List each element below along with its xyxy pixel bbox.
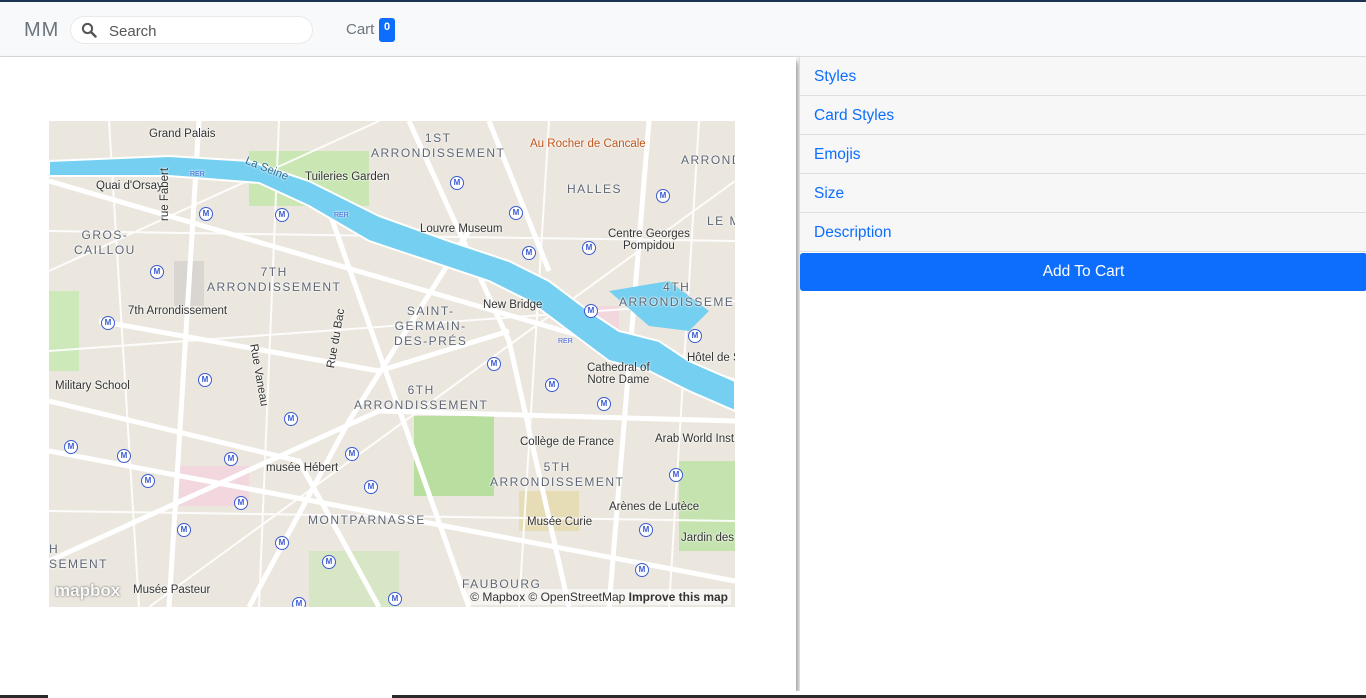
metro-icon: M <box>141 474 155 488</box>
map-label-saint-germain: SAINT- GERMAIN- DES-PRÉS <box>394 304 468 348</box>
metro-icon: M <box>275 536 289 550</box>
product-card: Grand Palais Quai d'Orsay rue Fabert GRO… <box>0 57 796 691</box>
map-label-musee-pasteur: Musée Pasteur <box>133 584 211 596</box>
map-label-cathedral: Cathedral of Notre Dame <box>587 362 650 386</box>
map-label-new-bridge: New Bridge <box>483 299 543 311</box>
accordion-emojis[interactable]: Emojis <box>800 135 1366 174</box>
metro-icon: M <box>364 480 378 494</box>
top-navbar: MM Cart 0 <box>0 0 1366 57</box>
metro-icon: M <box>584 304 598 318</box>
map-label-arab-world: Arab World Inst <box>655 433 735 445</box>
map-label-musee-hebert: musée Hébert <box>266 462 339 474</box>
metro-icon: M <box>198 373 212 387</box>
map-label-centre-georges: Centre Georges Pompidou <box>608 228 690 252</box>
map-label-7th-arrondissement: 7TH ARRONDISSEMENT <box>207 265 342 294</box>
map-label-le-m: LE M <box>707 214 735 228</box>
rer-icon: RER <box>558 338 573 345</box>
map-label-hotel-de: Hôtel de S <box>687 352 735 364</box>
map-view[interactable]: Grand Palais Quai d'Orsay rue Fabert GRO… <box>49 121 735 607</box>
map-label-montparnasse: MONTPARNASSE <box>308 513 426 527</box>
search-input[interactable] <box>107 20 301 42</box>
metro-icon: M <box>688 329 702 343</box>
metro-icon: M <box>224 452 238 466</box>
metro-icon: M <box>450 176 464 190</box>
metro-icon: M <box>284 412 298 426</box>
map-label-quai-dorsay: Quai d'Orsay <box>96 180 163 192</box>
map-label-musee-curie: Musée Curie <box>527 516 593 528</box>
map-label-5th-arrondissement: 5TH ARRONDISSEMENT <box>490 460 625 489</box>
accordion-size[interactable]: Size <box>800 174 1366 213</box>
metro-icon: M <box>582 241 596 255</box>
metro-icon: M <box>545 378 559 392</box>
map-label-halles: HALLES <box>567 182 623 196</box>
map-label-gros-caillou: GROS- CAILLOU <box>74 228 136 257</box>
cart-link[interactable]: Cart <box>346 21 374 38</box>
accordion-card-styles[interactable]: Card Styles <box>800 96 1366 135</box>
metro-icon: M <box>177 523 191 537</box>
add-to-cart-button[interactable]: Add To Cart <box>800 253 1366 291</box>
rer-icon: RER <box>334 212 349 219</box>
options-panel: Styles Card Styles Emojis Size Descripti… <box>799 57 1366 698</box>
bottom-edge <box>0 691 1366 698</box>
metro-icon: M <box>292 597 306 607</box>
map-label-grand-palais: Grand Palais <box>149 128 216 140</box>
metro-icon: M <box>509 206 523 220</box>
map-label-1st-arrondissement: 1ST ARRONDISSEMENT <box>371 131 506 160</box>
metro-icon: M <box>150 265 164 279</box>
map-label-6th-arrondissement: 6TH ARRONDISSEMENT <box>354 383 489 412</box>
mapbox-logo[interactable]: mapbox <box>55 581 120 601</box>
accordion-description[interactable]: Description <box>800 213 1366 252</box>
map-label-au-rocher: Au Rocher de Cancale <box>530 138 646 150</box>
accordion-styles[interactable]: Styles <box>800 57 1366 96</box>
metro-icon: M <box>597 397 611 411</box>
map-label-h-sement: H SEMENT <box>49 542 109 571</box>
metro-icon: M <box>635 563 649 577</box>
metro-icon: M <box>669 468 683 482</box>
metro-icon: M <box>639 523 653 537</box>
rer-icon: RER <box>190 171 205 178</box>
metro-icon: M <box>522 246 536 260</box>
map-label-arenes: Arènes de Lutèce <box>609 501 700 513</box>
map-label-rue-fabert: rue Fabert <box>159 167 171 221</box>
map-label-arrond-right: ARROND <box>681 153 735 167</box>
attribution-text[interactable]: © Mapbox © OpenStreetMap <box>470 590 625 604</box>
metro-icon: M <box>487 357 501 371</box>
metro-icon: M <box>64 440 78 454</box>
cart-count-badge: 0 <box>379 18 395 42</box>
map-label-7th-arrondissement-poi: 7th Arrondissement <box>128 305 228 317</box>
map-label-military-school: Military School <box>55 380 130 392</box>
metro-icon: M <box>101 316 115 330</box>
metro-icon: M <box>322 555 336 569</box>
map-label-4th-arrondissement: 4TH ARRONDISSEME <box>619 280 735 309</box>
brand-logo[interactable]: MM <box>24 19 59 42</box>
metro-icon: M <box>117 449 131 463</box>
metro-icon: M <box>345 447 359 461</box>
map-attribution: © Mapbox © OpenStreetMap Improve this ma… <box>467 589 731 605</box>
metro-icon: M <box>388 592 402 606</box>
metro-icon: M <box>656 189 670 203</box>
search-icon <box>81 22 97 38</box>
map-label-college-france: Collège de France <box>520 436 614 448</box>
map-label-louvre: Louvre Museum <box>420 223 503 235</box>
map-label-jardin: Jardin des <box>681 532 735 544</box>
improve-map-link[interactable]: Improve this map <box>629 590 728 604</box>
metro-icon: M <box>199 207 213 221</box>
metro-icon: M <box>275 208 289 222</box>
search-box[interactable] <box>71 17 312 43</box>
metro-icon: M <box>234 496 248 510</box>
map-label-tuileries: Tuileries Garden <box>305 171 390 183</box>
